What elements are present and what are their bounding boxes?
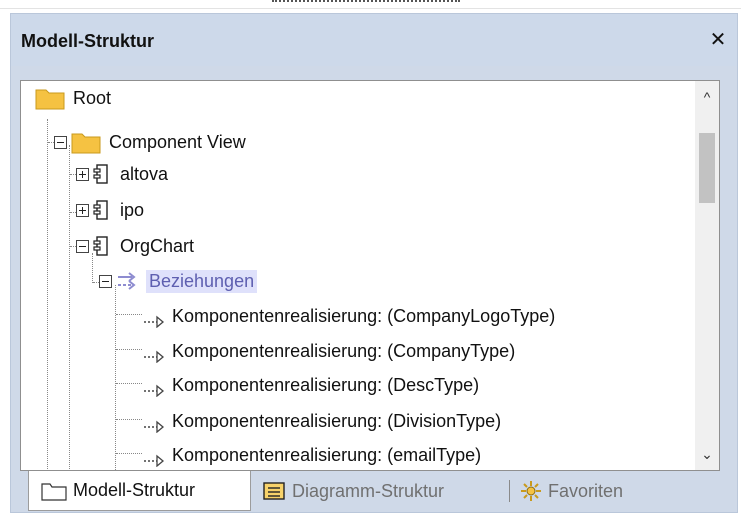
realization-arrow-icon bbox=[144, 454, 165, 467]
tree-connector bbox=[116, 314, 142, 315]
tree-connector bbox=[116, 419, 142, 420]
tree-node-realization[interactable]: Komponentenrealisierung: (CompanyType) bbox=[143, 336, 518, 366]
scroll-down-button[interactable]: ⌄ bbox=[695, 442, 719, 466]
realization-arrow-icon bbox=[144, 350, 165, 363]
favorites-icon bbox=[521, 481, 541, 501]
realization-arrow-icon bbox=[144, 315, 165, 328]
tree-connector bbox=[116, 383, 142, 384]
tree-node-realization[interactable]: Komponentenrealisierung: (emailType) bbox=[143, 440, 484, 470]
chevron-up-icon: ^ bbox=[703, 89, 711, 105]
component-icon bbox=[93, 164, 108, 184]
tree-node-label: Komponentenrealisierung: (emailType) bbox=[172, 444, 482, 465]
tab-separator bbox=[509, 480, 510, 502]
tree-node-label: Komponentenrealisierung: (DescType) bbox=[172, 374, 480, 395]
tree-connector bbox=[116, 349, 142, 350]
expand-icon[interactable] bbox=[76, 167, 89, 181]
panel-title-bar: Modell-Struktur ✕ bbox=[11, 14, 737, 66]
close-panel-button[interactable]: ✕ bbox=[705, 27, 731, 53]
tree-connector bbox=[116, 453, 142, 454]
folder-icon bbox=[41, 482, 67, 501]
close-icon: ✕ bbox=[709, 29, 727, 51]
realization-arrow-icon bbox=[144, 384, 165, 397]
tab-favoriten[interactable]: Favoriten bbox=[520, 471, 680, 511]
tree-node-realization[interactable]: Komponentenrealisierung: (DivisionType) bbox=[143, 406, 504, 436]
tree-view: Root Component View altova ipo OrgChart … bbox=[20, 80, 720, 471]
tab-diagramm-struktur[interactable]: Diagramm-Struktur bbox=[262, 471, 502, 511]
expand-icon[interactable] bbox=[76, 203, 89, 217]
tree-node-beziehungen[interactable]: Beziehungen bbox=[99, 266, 258, 296]
tree-node-label: Beziehungen bbox=[146, 269, 258, 293]
folder-icon bbox=[35, 89, 65, 110]
tree-node-ipo[interactable]: ipo bbox=[76, 195, 147, 225]
collapse-icon[interactable] bbox=[54, 135, 67, 149]
tree-node-label: Komponentenrealisierung: (DivisionType) bbox=[172, 410, 502, 431]
tree-node-realization[interactable]: Komponentenrealisierung: (CompanyLogoTyp… bbox=[143, 301, 558, 331]
relationships-icon bbox=[118, 272, 136, 290]
folder-icon bbox=[71, 133, 101, 154]
tree-node-root[interactable]: Root bbox=[35, 83, 114, 113]
model-tree-panel: Modell-Struktur ✕ Root Component View al… bbox=[10, 13, 738, 513]
scroll-up-button[interactable]: ^ bbox=[695, 85, 719, 109]
panel-tab-bar: Modell-Struktur Diagramm-Struktur Favori… bbox=[20, 471, 732, 513]
tree-node-label: ipo bbox=[120, 199, 145, 220]
tab-label: Diagramm-Struktur bbox=[292, 480, 445, 501]
top-dotted-border bbox=[272, 0, 460, 8]
tree-connector bbox=[69, 145, 70, 470]
panel-title: Modell-Struktur bbox=[21, 31, 154, 51]
tab-modell-struktur[interactable]: Modell-Struktur bbox=[28, 471, 251, 511]
diagram-tree-icon bbox=[263, 482, 285, 500]
tree-node-component-view[interactable]: Component View bbox=[54, 127, 249, 157]
tree-node-realization[interactable]: Komponentenrealisierung: (DescType) bbox=[143, 370, 482, 400]
tree-connector bbox=[47, 119, 48, 469]
tree-content: Root Component View altova ipo OrgChart … bbox=[21, 81, 695, 470]
tree-node-label: Component View bbox=[109, 131, 246, 152]
tree-node-label: Komponentenrealisierung: (CompanyType) bbox=[172, 340, 516, 361]
tree-connector bbox=[115, 285, 116, 470]
tree-node-altova[interactable]: altova bbox=[76, 159, 171, 189]
vertical-scrollbar[interactable]: ^ ⌄ bbox=[695, 81, 719, 470]
tree-node-label: Root bbox=[73, 87, 112, 108]
realization-arrow-icon bbox=[144, 420, 165, 433]
component-icon bbox=[93, 236, 108, 256]
collapse-icon[interactable] bbox=[76, 239, 89, 253]
tree-node-label: Komponentenrealisierung: (CompanyLogoTyp… bbox=[172, 305, 556, 326]
chevron-down-icon: ⌄ bbox=[701, 446, 713, 462]
tree-node-label: OrgChart bbox=[120, 235, 195, 256]
component-icon bbox=[93, 200, 108, 220]
tree-node-orgchart[interactable]: OrgChart bbox=[76, 231, 197, 261]
collapse-icon[interactable] bbox=[99, 274, 112, 288]
tree-node-label: altova bbox=[120, 163, 169, 184]
scrollbar-thumb[interactable] bbox=[699, 133, 715, 203]
tab-label: Favoriten bbox=[548, 480, 624, 501]
tab-label: Modell-Struktur bbox=[73, 480, 196, 500]
top-divider bbox=[0, 8, 741, 9]
